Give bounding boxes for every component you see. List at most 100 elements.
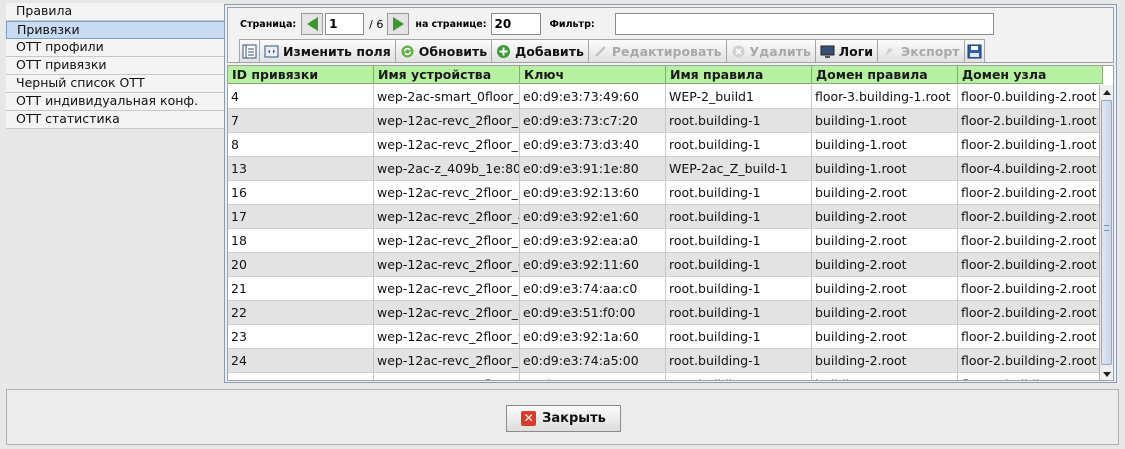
table-row[interactable]: 18 wep-12ac-revc_2floor_5 e0:d9:e3:92:ea:a… [228,229,1103,253]
cell-rule-domain: building-2.root [812,253,958,277]
column-header-rule-domain[interactable]: Домен правила [812,66,958,84]
table-header: ID привязки Имя устройства Ключ Имя прав… [228,66,1103,84]
sidebar-item-bindings[interactable]: Привязки [6,21,225,39]
export-button[interactable]: Экспорт [877,39,965,63]
table-row[interactable]: 8 wep-12ac-revc_2floor_2 e0:d9:e3:73:d3:40… [228,133,1103,157]
vertical-scrollbar[interactable] [1099,85,1113,380]
sidebar-item-ott-statistics[interactable]: ОТТ статистика [6,111,225,129]
scrollbar-thumb[interactable] [1101,100,1112,365]
save-button[interactable] [963,39,985,63]
cell-key: e0:d9:e3:91:1e:80 [520,157,666,181]
cell-rule-name: root.building-1 [666,301,812,325]
cell-rule-name: root.building-1 [666,181,812,205]
sidebar-item-ott-individual-config[interactable]: ОТТ индивидуальная конф. [6,93,225,111]
resize-fields-label: Изменить поля [283,43,391,59]
cell-binding-id: 20 [228,253,374,277]
cell-key: e0:d9:e3:73:d3:40 [520,133,666,157]
prev-page-button[interactable] [301,13,324,35]
cell-rule-domain: building-2.root [812,277,958,301]
delete-button[interactable]: Удалить [725,39,816,63]
cell-rule-name: root.building-1 [666,133,812,157]
cell-rule-domain: floor-3.building-1.root [812,85,958,109]
add-icon [496,44,511,59]
table-row[interactable]: 24 wep-12ac-revc_2floor_10 e0:d9:e3:74:a5:… [228,349,1103,373]
cell-rule-name: root.building-1 [666,373,812,380]
filter-label: Фильтр: [549,18,595,30]
cell-device-name: wep-12ac-revc_2floor_9 [374,325,520,349]
logs-button[interactable]: Логи [814,39,879,63]
sidebar-item-ott-bindings[interactable]: ОТТ привязки [6,57,225,75]
footer-panel: ✕ Закрыть [6,389,1119,445]
cell-binding-id: 16 [228,181,374,205]
sidebar: Правила Привязки ОТТ профили ОТТ привязк… [6,3,225,383]
cell-rule-name: WEP-2ac_Z_build-1 [666,157,812,181]
table-body: 4 wep-2ac-smart_0floor_1 e0:d9:e3:73:49:60… [228,85,1103,380]
table-row[interactable]: 20 wep-12ac-revc_2floor_6 e0:d9:e3:92:11:6… [228,253,1103,277]
columns-button[interactable] [239,39,260,63]
close-button[interactable]: ✕ Закрыть [506,405,621,432]
column-header-device-name[interactable]: Имя устройства [374,66,520,84]
table-row[interactable]: 25wep-12ac-revc_2floor_11e0:d9:e3:74:a9:… [228,373,1103,380]
resize-fields-button[interactable]: Изменить поля [259,39,396,63]
table-row[interactable]: 13 wep-2ac-z_409b_1e:80 e0:d9:e3:91:1e:80 W… [228,157,1103,181]
cell-binding-id: 24 [228,349,374,373]
cell-key: e0:d9:e3:92:11:60 [520,253,666,277]
cell-binding-id: 25 [228,373,374,380]
add-label: Добавить [515,43,584,59]
column-header-binding-id[interactable]: ID привязки [228,66,374,84]
column-header-key[interactable]: Ключ [520,66,666,84]
save-icon [967,44,982,58]
cell-key: e0:d9:e3:92:ea:a0 [520,229,666,253]
refresh-button[interactable]: Обновить [394,39,493,63]
cell-rule-domain: building-1.root [812,109,958,133]
cell-node-domain: floor-2.building-2.root [958,253,1103,277]
cell-node-domain: floor-0.building-2.root [958,85,1103,109]
cell-key: e0:d9:e3:51:f0:00 [520,301,666,325]
total-pages: / 6 [369,17,384,31]
table-row[interactable]: 16 wep-12ac-revc_2floor_3 e0:d9:e3:92:13:6… [228,181,1103,205]
cell-node-domain: floor-2.building-2.root [958,277,1103,301]
table-row[interactable]: 4 wep-2ac-smart_0floor_1 e0:d9:e3:73:49:60… [228,85,1103,109]
next-page-button[interactable] [387,13,410,35]
table-row[interactable]: 21 wep-12ac-revc_2floor_7 e0:d9:e3:74:aa:c… [228,277,1103,301]
cell-rule-name: root.building-1 [666,253,812,277]
filter-input[interactable] [614,13,994,35]
cell-node-domain: floor-2.building-2.root [958,205,1103,229]
add-button[interactable]: Добавить [491,39,589,63]
arrow-down-icon [1102,371,1111,377]
cell-node-domain: floor-2.building-2.root [958,373,1103,380]
cell-node-domain: floor-4.building-2.root [958,157,1103,181]
page-number-input[interactable]: 1 [325,13,365,35]
per-page-input[interactable]: 20 [490,13,541,35]
column-header-node-domain[interactable]: Домен узла [958,66,1103,84]
cell-binding-id: 22 [228,301,374,325]
cell-device-name: wep-12ac-revc_2floor_7 [374,277,520,301]
table-row[interactable]: 7 wep-12ac-revc_2floor_1 e0:d9:e3:73:c7:20… [228,109,1103,133]
scroll-down-button[interactable] [1100,367,1113,380]
pager: Страница: 1 / 6 на странице: 20 Фильтр: [240,13,994,35]
cell-key: e0:d9:e3:74:aa:c0 [520,277,666,301]
cell-node-domain: floor-2.building-1.root [958,109,1103,133]
table-row[interactable]: 17 wep-12ac-revc_2floor_4 e0:d9:e3:92:e1:6… [228,205,1103,229]
delete-icon [731,44,746,59]
arrow-left-icon [306,17,318,31]
cell-key: e0:d9:e3:74:a9:40 [520,373,666,380]
cell-key: e0:d9:e3:92:13:60 [520,181,666,205]
toolbar-area: Страница: 1 / 6 на странице: 20 Фильтр: … [227,7,1114,63]
table-row[interactable]: 23 wep-12ac-revc_2floor_9 e0:d9:e3:92:1a:6… [228,325,1103,349]
arrow-right-icon [392,17,404,31]
cell-node-domain: floor-2.building-2.root [958,181,1103,205]
export-icon [882,44,897,59]
table-row[interactable]: 22 wep-12ac-revc_2floor_8 e0:d9:e3:51:f0:0… [228,301,1103,325]
cell-binding-id: 17 [228,205,374,229]
edit-button[interactable]: Редактировать [587,39,727,63]
cell-key: e0:d9:e3:73:c7:20 [520,109,666,133]
sidebar-item-ott-profiles[interactable]: ОТТ профили [6,39,225,57]
sidebar-item-ott-blacklist[interactable]: Черный список ОТТ [6,75,225,93]
cell-device-name: wep-12ac-revc_2floor_2 [374,133,520,157]
cell-device-name: wep-12ac-revc_2floor_5 [374,229,520,253]
sidebar-item-rules[interactable]: Правила [6,3,225,21]
scroll-up-button[interactable] [1100,85,1113,99]
column-header-rule-name[interactable]: Имя правила [666,66,812,84]
cell-rule-name: root.building-1 [666,325,812,349]
